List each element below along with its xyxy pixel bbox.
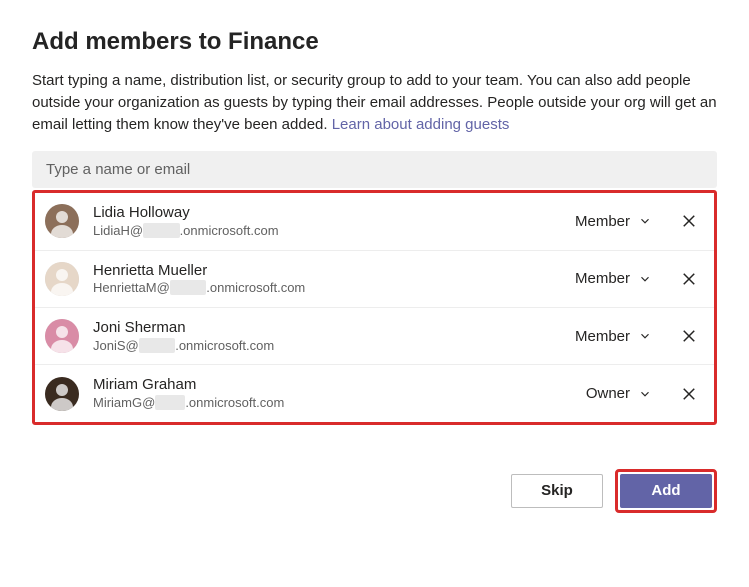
remove-member-button[interactable] xyxy=(680,212,698,230)
add-button-highlight: Add xyxy=(615,469,717,513)
avatar xyxy=(45,377,79,411)
email-suffix: .onmicrosoft.com xyxy=(175,338,274,353)
member-email: HenriettaM@xxxxx.onmicrosoft.com xyxy=(93,280,575,297)
chevron-down-icon xyxy=(638,214,652,228)
email-masked: xxxxx xyxy=(139,338,176,353)
member-row: Lidia HollowayLidiaH@xxxxx.onmicrosoft.c… xyxy=(35,193,714,250)
avatar xyxy=(45,262,79,296)
role-label: Member xyxy=(575,328,630,345)
remove-member-button[interactable] xyxy=(680,270,698,288)
dialog-title: Add members to Finance xyxy=(32,28,717,56)
member-info: Joni ShermanJoniS@xxxxx.onmicrosoft.com xyxy=(93,318,575,354)
email-masked: xxxx xyxy=(155,395,185,410)
member-email: JoniS@xxxxx.onmicrosoft.com xyxy=(93,338,575,355)
member-email: MiriamG@xxxx.onmicrosoft.com xyxy=(93,395,586,412)
chevron-down-icon xyxy=(638,329,652,343)
email-suffix: .onmicrosoft.com xyxy=(206,280,305,295)
skip-button[interactable]: Skip xyxy=(511,474,603,508)
avatar xyxy=(45,204,79,238)
member-row: Henrietta MuellerHenriettaM@xxxxx.onmicr… xyxy=(35,251,714,308)
member-name: Joni Sherman xyxy=(93,318,575,338)
member-info: Lidia HollowayLidiaH@xxxxx.onmicrosoft.c… xyxy=(93,203,575,239)
email-suffix: .onmicrosoft.com xyxy=(180,223,279,238)
email-prefix: HenriettaM@ xyxy=(93,280,170,295)
member-name: Miriam Graham xyxy=(93,375,586,395)
member-row: Joni ShermanJoniS@xxxxx.onmicrosoft.comM… xyxy=(35,308,714,365)
role-label: Member xyxy=(575,270,630,287)
email-suffix: .onmicrosoft.com xyxy=(185,395,284,410)
search-input[interactable]: Type a name or email xyxy=(32,151,717,188)
chevron-down-icon xyxy=(638,387,652,401)
email-prefix: LidiaH@ xyxy=(93,223,143,238)
role-dropdown[interactable]: Member xyxy=(575,270,652,287)
add-button[interactable]: Add xyxy=(620,474,712,508)
dialog-footer: Skip Add xyxy=(32,469,717,513)
avatar xyxy=(45,319,79,353)
role-label: Owner xyxy=(586,385,630,402)
email-prefix: JoniS@ xyxy=(93,338,139,353)
email-masked: xxxxx xyxy=(170,280,207,295)
member-name: Henrietta Mueller xyxy=(93,261,575,281)
role-label: Member xyxy=(575,213,630,230)
member-name: Lidia Holloway xyxy=(93,203,575,223)
email-prefix: MiriamG@ xyxy=(93,395,155,410)
role-dropdown[interactable]: Member xyxy=(575,328,652,345)
role-dropdown[interactable]: Owner xyxy=(586,385,652,402)
email-masked: xxxxx xyxy=(143,223,180,238)
remove-member-button[interactable] xyxy=(680,327,698,345)
member-row: Miriam GrahamMiriamG@xxxx.onmicrosoft.co… xyxy=(35,365,714,421)
dialog-description: Start typing a name, distribution list, … xyxy=(32,70,717,135)
chevron-down-icon xyxy=(638,272,652,286)
member-info: Miriam GrahamMiriamG@xxxx.onmicrosoft.co… xyxy=(93,375,586,411)
remove-member-button[interactable] xyxy=(680,385,698,403)
member-list: Lidia HollowayLidiaH@xxxxx.onmicrosoft.c… xyxy=(32,190,717,425)
role-dropdown[interactable]: Member xyxy=(575,213,652,230)
member-info: Henrietta MuellerHenriettaM@xxxxx.onmicr… xyxy=(93,261,575,297)
member-email: LidiaH@xxxxx.onmicrosoft.com xyxy=(93,223,575,240)
learn-about-guests-link[interactable]: Learn about adding guests xyxy=(332,116,510,133)
